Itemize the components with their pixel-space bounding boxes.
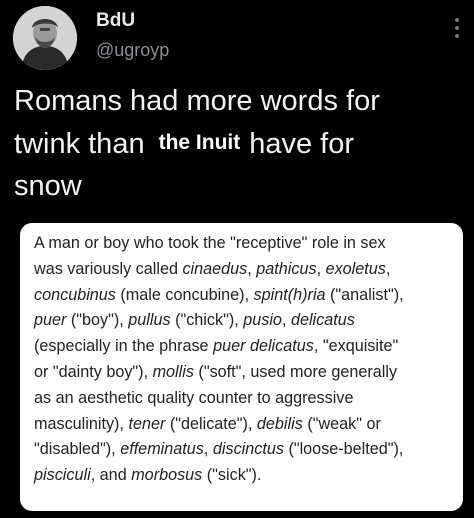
quote-text: "disabled"), xyxy=(34,440,121,459)
quote-text: A man or boy who took the "receptive" ro… xyxy=(34,234,386,252)
quoted-image-card[interactable]: A man or boy who took the "receptive" ro… xyxy=(20,223,463,511)
latin-term: tener xyxy=(128,414,166,433)
latin-term: debilis xyxy=(256,414,303,433)
quote-line: or "dainty boy"), mollis ("soft", used m… xyxy=(34,360,453,386)
quote-text: (especially in the phrase xyxy=(34,337,214,356)
latin-term: delicatus xyxy=(290,311,355,330)
tweet-line-1: Romans had more words for xyxy=(14,85,380,117)
more-options-icon[interactable] xyxy=(452,16,462,42)
quote-text: (male concubine), xyxy=(115,285,254,304)
quote-text: , xyxy=(281,311,291,330)
quote-text: ("boy"), xyxy=(66,311,129,330)
quote-line: concubinus (male concubine), spint(h)ria… xyxy=(34,283,453,309)
latin-term: pullus xyxy=(128,311,171,330)
quote-text: was variously called xyxy=(34,259,183,278)
latin-term: cinaedus xyxy=(182,259,248,278)
latin-term: mollis xyxy=(152,362,194,381)
tweet-text: Romans had more words for twink than the … xyxy=(14,80,469,207)
quote-text: masculinity), xyxy=(34,414,129,433)
tweet-line-2-start: twink than xyxy=(14,128,145,160)
quote-line: (especially in the phrase puer delicatus… xyxy=(34,334,453,360)
quote-text: ("weak" or xyxy=(302,414,381,433)
quote-line: A man or boy who took the "receptive" ro… xyxy=(34,231,453,257)
quote-line: pisciculi, and morbosus ("sick"). xyxy=(34,463,453,489)
quote-line: was variously called cinaedus, pathicus,… xyxy=(34,257,453,283)
latin-term: exoletus xyxy=(325,259,386,278)
latin-term: puer delicatus xyxy=(213,337,314,356)
quote-line: "disabled"), effeminatus, discinctus ("l… xyxy=(34,437,453,463)
quote-text: ("delicate"), xyxy=(165,414,257,433)
author-display-name[interactable]: BdU xyxy=(96,10,135,32)
quote-line: puer ("boy"), pullus ("chick"), pusio, d… xyxy=(34,308,453,334)
latin-term: spint(h)ria xyxy=(253,285,326,304)
quote-line: masculinity), tener ("delicate"), debili… xyxy=(34,412,453,438)
quote-text: ("sick"). xyxy=(202,466,262,485)
quote-text: , xyxy=(316,259,326,278)
quote-line: as an aesthetic quality counter to aggre… xyxy=(34,386,453,412)
quote-text: ("analist"), xyxy=(325,285,404,304)
quote-text: as an aesthetic quality counter to aggre… xyxy=(34,388,354,407)
latin-term: effeminatus xyxy=(120,440,204,459)
latin-term: discinctus xyxy=(212,440,284,459)
quote-text: ("loose-belted"), xyxy=(283,440,404,459)
latin-term: concubinus xyxy=(34,285,116,304)
latin-term: pusio xyxy=(243,311,282,330)
quote-text: , xyxy=(203,440,213,459)
author-handle[interactable]: @ugroyp xyxy=(96,40,169,61)
tweet-line-2: twink than the Inuit have for xyxy=(14,122,469,165)
latin-term: morbosus xyxy=(131,466,203,485)
quote-text: , and xyxy=(90,466,132,485)
latin-term: pathicus xyxy=(256,259,317,278)
overlay-text: the Inuit xyxy=(158,131,241,154)
quote-text: , "exquisite" xyxy=(313,337,399,356)
avatar-portrait-icon xyxy=(13,6,77,70)
latin-term: puer xyxy=(34,311,67,330)
quote-text: ("soft", used more generally xyxy=(193,362,398,381)
quote-text: ("chick"), xyxy=(170,311,244,330)
tweet-line-2-end: have for xyxy=(249,128,355,160)
avatar[interactable] xyxy=(13,6,77,70)
quote-text: , xyxy=(385,259,391,278)
quote-text: , xyxy=(247,259,257,278)
tweet-line-3: snow xyxy=(14,170,82,202)
latin-term: pisciculi xyxy=(34,466,91,485)
quote-text: or "dainty boy"), xyxy=(34,362,153,381)
